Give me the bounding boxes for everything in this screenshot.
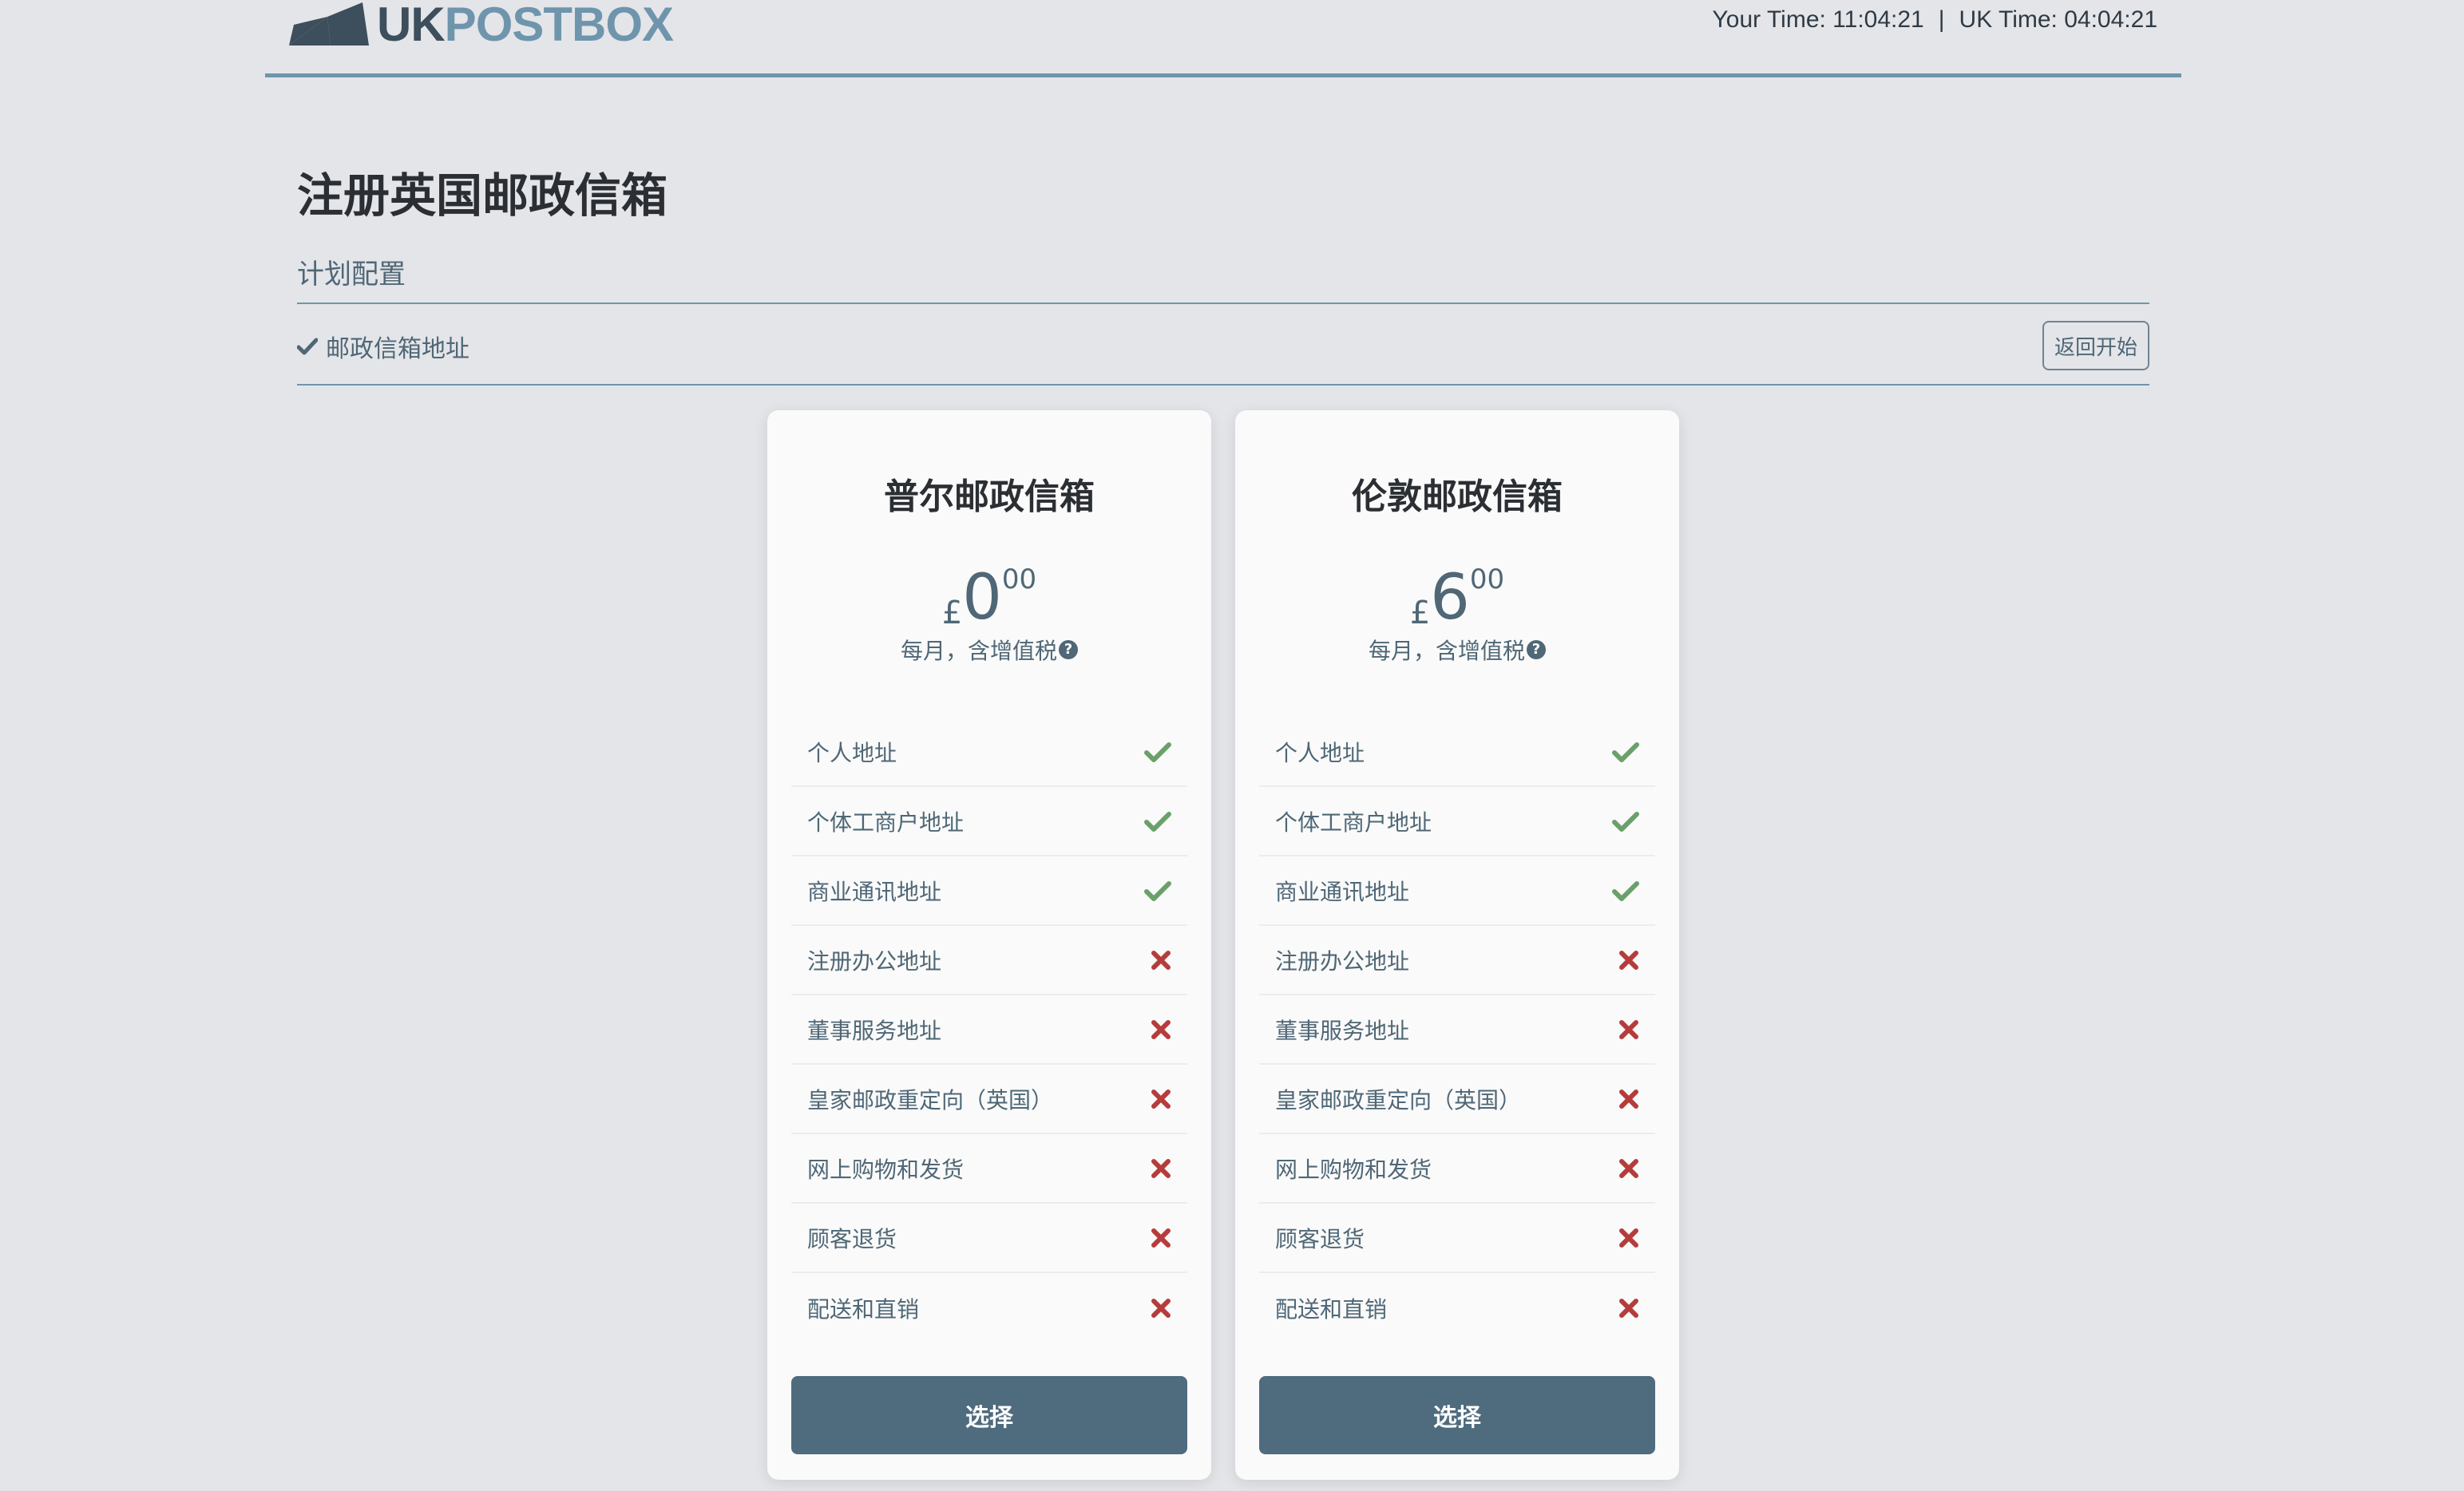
feature-row: 网上购物和发货	[1259, 1134, 1655, 1204]
plan-card: 伦敦邮政信箱 £600 每月，含增值税? 个人地址个体工商户地址 商业通讯地址 注册办公地…	[1235, 410, 1679, 1480]
price-note: 每月，含增值税?	[767, 634, 1211, 666]
feature-row: 董事服务地址	[791, 995, 1187, 1065]
logo-wordmark: UKPOSTBOX	[377, 0, 674, 51]
price-currency: £	[941, 595, 963, 631]
feature-row: 个体工商户地址	[1259, 787, 1655, 856]
logo-mark-icon	[289, 2, 369, 45]
feature-label: 注册办公地址	[1275, 947, 1410, 975]
site-header: UKPOSTBOX Your Time: 11:04:21 | UK Time:…	[265, 0, 2181, 77]
cross-icon	[1151, 1158, 1171, 1179]
cross-icon	[1151, 950, 1171, 971]
plan-card: 普尔邮政信箱 £000 每月，含增值税? 个人地址 个体工商户地址 商业通讯地址 注册办公地…	[767, 410, 1211, 1480]
feature-label: 商业通讯地址	[807, 878, 942, 905]
feature-row: 配送和直销	[1259, 1273, 1655, 1343]
feature-row: 董事服务地址	[1259, 995, 1655, 1065]
feature-row: 皇家邮政重定向（英国）	[791, 1065, 1187, 1134]
price-note-text: 每月，含增值税	[900, 638, 1057, 664]
logo-uk: UK	[377, 0, 446, 51]
feature-label: 商业通讯地址	[1275, 878, 1410, 905]
feature-row: 皇家邮政重定向（英国）	[1259, 1065, 1655, 1134]
check-icon	[297, 338, 318, 355]
feature-list: 个人地址个体工商户地址 商业通讯地址 注册办公地址 董事服务地址皇家邮政重定向（英国）…	[1259, 718, 1655, 1343]
check-icon	[1612, 811, 1639, 832]
question-circle-icon[interactable]: ?	[1059, 640, 1078, 659]
plan-name: 普尔邮政信箱	[884, 477, 1095, 517]
price-currency: £	[1409, 595, 1431, 631]
cross-icon	[1151, 1228, 1171, 1248]
divider	[297, 384, 2149, 386]
cross-icon	[1618, 1089, 1639, 1109]
page-title: 注册英国邮政信箱	[297, 168, 668, 223]
cross-icon	[1618, 1019, 1639, 1040]
divider	[297, 303, 2149, 304]
time-separator: |	[1938, 6, 1945, 33]
feature-list: 个人地址个体工商户地址 商业通讯地址 注册办公地址 董事服务地址皇家邮政重定向（英国）…	[791, 718, 1187, 1343]
select-plan-button[interactable]: 选择	[791, 1376, 1187, 1454]
feature-row: 个人地址	[1259, 718, 1655, 787]
uk-time: UK Time: 04:04:21	[1959, 6, 2157, 33]
feature-label: 顾客退货	[1275, 1225, 1365, 1252]
feature-row: 配送和直销	[791, 1273, 1187, 1343]
your-time: Your Time: 11:04:21	[1712, 6, 1924, 33]
feature-row: 商业通讯地址	[791, 856, 1187, 926]
feature-row: 网上购物和发货	[791, 1134, 1187, 1204]
select-plan-button[interactable]: 选择	[1259, 1376, 1655, 1454]
feature-label: 顾客退货	[807, 1225, 897, 1252]
feature-label: 皇家邮政重定向（英国）	[1275, 1086, 1522, 1113]
feature-row: 顾客退货	[791, 1204, 1187, 1273]
check-icon	[1144, 811, 1171, 832]
cross-icon	[1618, 950, 1639, 971]
feature-label: 配送和直销	[1275, 1295, 1388, 1323]
plan-price: £000	[767, 566, 1211, 629]
feature-label: 个人地址	[807, 739, 897, 766]
cross-icon	[1618, 1228, 1639, 1248]
feature-row: 顾客退货	[1259, 1204, 1655, 1273]
clock: Your Time: 11:04:21 | UK Time: 04:04:21	[1713, 6, 2157, 34]
plan-name: 伦敦邮政信箱	[1352, 477, 1563, 517]
feature-row: 注册办公地址	[791, 926, 1187, 995]
feature-row: 个体工商户地址	[791, 787, 1187, 856]
logo[interactable]: UKPOSTBOX	[289, 0, 674, 51]
price-cents: 00	[1001, 564, 1037, 595]
feature-label: 皇家邮政重定向（英国）	[807, 1086, 1054, 1113]
price-whole: 6	[1430, 562, 1470, 634]
feature-label: 网上购物和发货	[807, 1156, 965, 1183]
feature-label: 董事服务地址	[1275, 1017, 1410, 1044]
cross-icon	[1618, 1298, 1639, 1319]
cross-icon	[1151, 1019, 1171, 1040]
price-whole: 0	[962, 562, 1002, 634]
section-label: 计划配置	[297, 259, 406, 291]
cross-icon	[1151, 1089, 1171, 1109]
feature-label: 配送和直销	[807, 1295, 920, 1323]
feature-label: 网上购物和发货	[1275, 1156, 1432, 1183]
restart-button[interactable]: 返回开始	[2042, 321, 2149, 370]
check-icon	[1612, 742, 1639, 762]
plan-price: £600	[1235, 566, 1679, 629]
check-icon	[1144, 742, 1171, 762]
feature-row: 个人地址	[791, 718, 1187, 787]
price-note: 每月，含增值税?	[1235, 634, 1679, 666]
feature-row: 注册办公地址	[1259, 926, 1655, 995]
check-icon	[1144, 880, 1171, 901]
completed-step-label: 邮政信箱地址	[326, 335, 469, 363]
question-circle-icon[interactable]: ?	[1527, 640, 1546, 659]
feature-row: 商业通讯地址	[1259, 856, 1655, 926]
cross-icon	[1151, 1298, 1171, 1319]
price-cents: 00	[1469, 564, 1505, 595]
check-icon	[1612, 880, 1639, 901]
completed-step: 邮政信箱地址	[297, 329, 469, 364]
cross-icon	[1618, 1158, 1639, 1179]
feature-label: 注册办公地址	[807, 947, 942, 975]
logo-postbox: POSTBOX	[444, 0, 674, 51]
price-note-text: 每月，含增值税	[1368, 638, 1525, 664]
feature-label: 个体工商户地址	[1275, 809, 1432, 836]
feature-label: 个体工商户地址	[807, 809, 965, 836]
feature-label: 个人地址	[1275, 739, 1365, 766]
feature-label: 董事服务地址	[807, 1017, 942, 1044]
